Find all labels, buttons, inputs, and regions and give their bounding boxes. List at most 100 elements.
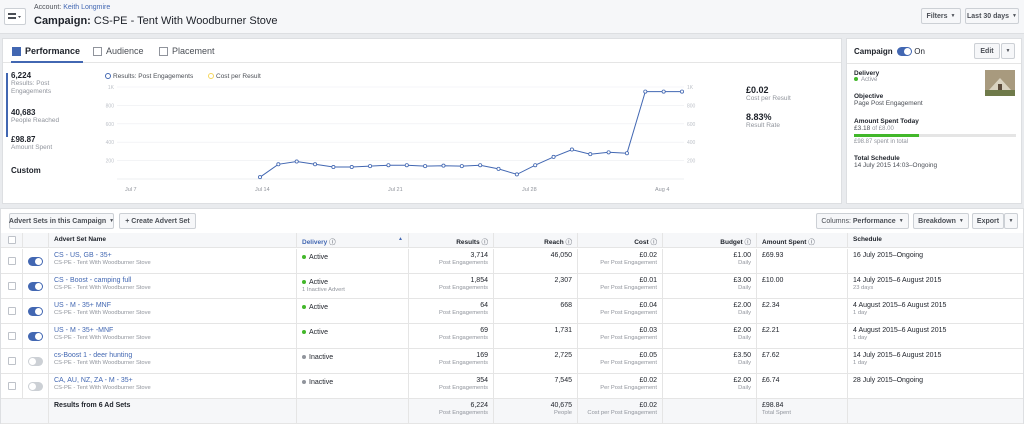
row-checkbox[interactable] (8, 332, 16, 340)
y2-tick-label: 600 (687, 122, 696, 128)
reach-value: 2,725 (554, 352, 572, 359)
campaign-toggle[interactable]: On (897, 47, 925, 57)
spent-value: £2.21 (762, 327, 780, 334)
table-row[interactable]: CS - US, GB - 35+ CS-PE - Tent With Woodb… (1, 249, 1023, 274)
table-row[interactable]: cs-Boost 1 - deer hunting CS-PE - Tent Wi… (1, 349, 1023, 374)
y2-tick-label: 1K (687, 85, 694, 91)
table-row[interactable]: US - M - 35+ MNF CS-PE - Tent With Woodbu… (1, 299, 1023, 324)
x-tick-label: Jul 14 (255, 187, 270, 193)
results-point (368, 164, 373, 169)
metric-cost-per-result[interactable]: £0.02 Cost per Result (746, 85, 791, 102)
col-results[interactable]: Results ⓘ (409, 233, 494, 247)
create-adset-button[interactable]: + Create Advert Set (119, 213, 196, 229)
legend-cost-marker (208, 73, 214, 79)
metric-reach[interactable]: 40,683 People Reached (11, 108, 59, 125)
select-all-checkbox[interactable] (8, 236, 16, 244)
tab-audience[interactable]: Audience (93, 46, 144, 56)
adset-name-link[interactable]: CA, AU, NZ, ZA - M - 35+ (54, 377, 133, 384)
totals-results-label: Post Engagements (439, 410, 488, 416)
tab-placement[interactable]: Placement (159, 46, 215, 56)
delivery-status-dot (302, 255, 306, 260)
y-tick-label: 1K (108, 85, 115, 91)
totals-spent-label: Total Spent (762, 410, 792, 416)
col-delivery[interactable]: Delivery ⓘ ▲ (297, 233, 409, 247)
col-amount-spent[interactable]: Amount Spent ⓘ (757, 233, 848, 247)
adset-toggle[interactable] (28, 282, 43, 291)
results-point (294, 159, 299, 164)
budget-value: £1.00 (733, 252, 751, 259)
toggle-switch[interactable] (897, 47, 912, 57)
delivery-status: Inactive (309, 354, 334, 361)
row-checkbox[interactable] (8, 282, 16, 290)
metric-results[interactable]: 6,224 Results: Post Engagements (11, 71, 61, 96)
results-point (459, 164, 464, 169)
x-tick-label: Aug 4 (655, 187, 669, 193)
top-bar: Account: Keith Longmire Campaign: CS-PE … (0, 0, 1024, 34)
adsets-table-card: Advert Sets in this Campaign ▼ + Create A… (0, 208, 1024, 424)
filters-button[interactable]: Filters ▼ (921, 8, 961, 24)
spent-value: £2.34 (762, 302, 780, 309)
cost-label: Per Post Engagement (600, 260, 657, 266)
adset-campaign: CS-PE - Tent With Woodburner Stove (54, 310, 151, 316)
performance-chart: Results: Post Engagements Cost per Resul… (105, 73, 696, 193)
menu-button[interactable] (4, 8, 26, 25)
metric-spent[interactable]: £98.87 Amount Spent (11, 135, 52, 152)
results-point (478, 163, 483, 168)
adset-toggle[interactable] (28, 357, 43, 366)
adset-toggle[interactable] (28, 332, 43, 341)
schedule-duration: 1 day (853, 310, 868, 316)
adset-name-link[interactable]: CS - Boost - camping full (54, 277, 131, 284)
objective-section: Objective Page Post Engagement (854, 93, 923, 107)
schedule-duration: 1 day (853, 335, 868, 341)
adsets-dropdown[interactable]: Advert Sets in this Campaign ▼ (9, 213, 114, 229)
row-checkbox[interactable] (8, 257, 16, 265)
tab-performance[interactable]: Performance (12, 46, 80, 56)
row-checkbox[interactable] (8, 382, 16, 390)
delivery-status-dot (302, 380, 306, 385)
col-cost[interactable]: Cost ⓘ (578, 233, 663, 247)
results-value: 69 (480, 327, 488, 334)
col-budget[interactable]: Budget ⓘ (663, 233, 757, 247)
budget-value: £3.50 (733, 352, 751, 359)
adset-toggle[interactable] (28, 382, 43, 391)
adset-name-link[interactable]: US - M - 35+ MNF (54, 302, 111, 309)
adset-campaign: CS-PE - Tent With Woodburner Stove (54, 285, 151, 291)
metric-result-rate[interactable]: 8.83% Result Rate (746, 112, 780, 129)
legend-cost: Cost per Result (216, 73, 261, 80)
adset-name-link[interactable]: cs-Boost 1 - deer hunting (54, 352, 132, 359)
breakdown-dropdown[interactable]: Breakdown ▼ (913, 213, 969, 229)
results-point (588, 152, 593, 157)
budget-label: Daily (738, 385, 751, 391)
edit-dropdown-button[interactable]: ▼ (1001, 43, 1015, 59)
col-adset-name[interactable]: Advert Set Name (49, 233, 297, 247)
export-button[interactable]: Export (972, 213, 1004, 229)
col-schedule[interactable]: Schedule (848, 233, 1023, 247)
results-point (441, 163, 446, 168)
adset-toggle[interactable] (28, 257, 43, 266)
metric-custom[interactable]: Custom (11, 166, 41, 175)
results-point (313, 162, 318, 167)
date-range-button[interactable]: Last 30 days ▼ (965, 8, 1019, 24)
results-point (569, 147, 574, 152)
export-dropdown-button[interactable]: ▼ (1004, 213, 1018, 229)
table-row[interactable]: CS - Boost - camping full CS-PE - Tent Wi… (1, 274, 1023, 299)
results-value: 64 (480, 302, 488, 309)
adset-name-link[interactable]: CS - US, GB - 35+ (54, 252, 112, 259)
account-link[interactable]: Keith Longmire (63, 4, 110, 11)
results-label: Post Engagements (439, 335, 488, 341)
table-row[interactable]: CA, AU, NZ, ZA - M - 35+ CS-PE - Tent Wit… (1, 374, 1023, 399)
adset-name-link[interactable]: US - M - 35+ -MNF (54, 327, 113, 334)
row-checkbox[interactable] (8, 357, 16, 365)
table-row[interactable]: US - M - 35+ -MNF CS-PE - Tent With Woodb… (1, 324, 1023, 349)
cost-label: Per Post Engagement (600, 285, 657, 291)
account-label: Account: (34, 4, 62, 11)
col-reach[interactable]: Reach ⓘ (494, 233, 578, 247)
columns-dropdown[interactable]: Columns: Performance ▼ (816, 213, 909, 229)
results-point (533, 163, 538, 168)
x-tick-label: Jul 21 (388, 187, 403, 193)
delivery-status-dot (302, 305, 306, 310)
row-checkbox[interactable] (8, 307, 16, 315)
adset-toggle[interactable] (28, 307, 43, 316)
campaign-thumbnail[interactable] (985, 70, 1015, 96)
edit-button[interactable]: Edit (974, 43, 1000, 59)
